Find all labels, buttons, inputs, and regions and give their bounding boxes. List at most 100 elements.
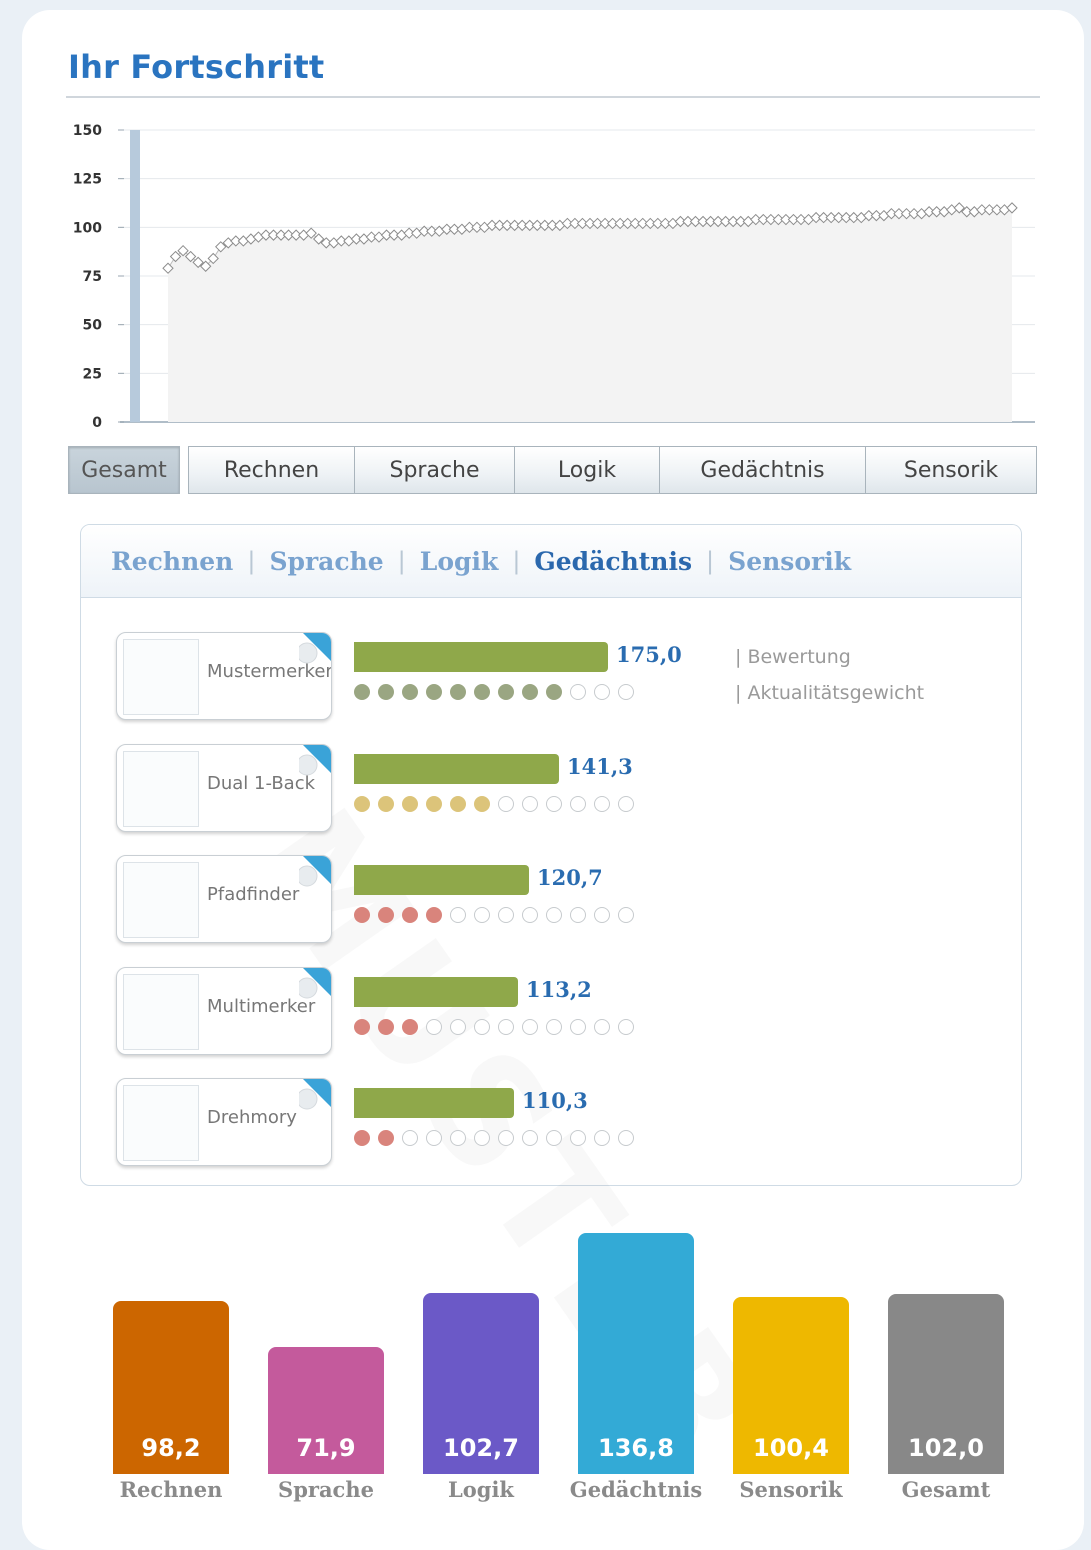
score-bar	[354, 1088, 514, 1118]
empty-dot	[570, 1019, 586, 1035]
game-card[interactable]: Drehmory	[116, 1078, 332, 1166]
score-value: 141,3	[567, 754, 633, 779]
empty-dot	[594, 796, 610, 812]
filled-dot	[426, 796, 442, 812]
category-value-label: 136,8	[598, 1434, 674, 1462]
panel-tab-logik[interactable]: Logik	[420, 547, 499, 576]
score-bar	[354, 642, 608, 672]
game-thumbnail-icon	[123, 639, 199, 715]
filled-dot	[378, 1019, 394, 1035]
panel-tab-rechnen[interactable]: Rechnen	[111, 547, 233, 576]
empty-dot	[618, 1130, 634, 1146]
empty-dot	[570, 1130, 586, 1146]
category-label: Rechnen	[119, 1477, 223, 1502]
tab-logik[interactable]: Logik	[514, 446, 660, 494]
panel-tab-gedaechtnis[interactable]: Gedächtnis	[534, 547, 692, 576]
game-thumbnail-icon	[123, 862, 199, 938]
info-corner-icon[interactable]	[299, 633, 331, 665]
empty-dot	[522, 1130, 538, 1146]
empty-dot	[570, 796, 586, 812]
y-tick-label: 50	[83, 318, 103, 334]
game-card[interactable]: Mustermerker	[116, 632, 332, 720]
empty-dot	[570, 907, 586, 923]
info-corner-icon[interactable]	[299, 856, 331, 888]
tab-sprache[interactable]: Sprache	[354, 446, 515, 494]
score-bar	[354, 977, 518, 1007]
empty-dot	[618, 796, 634, 812]
score-value: 120,7	[537, 865, 603, 890]
filled-dot	[354, 1130, 370, 1146]
tab-gedaechtnis[interactable]: Gedächtnis	[659, 446, 866, 494]
filled-dot	[402, 1019, 418, 1035]
y-tick-label: 0	[92, 415, 102, 431]
filled-dot	[378, 796, 394, 812]
page-title: Ihr Fortschritt	[68, 48, 325, 86]
filled-dot	[354, 1019, 370, 1035]
tab-separator: |	[512, 547, 521, 575]
empty-dot	[474, 1019, 490, 1035]
game-name: Drehmory	[207, 1107, 297, 1128]
tab-gesamt[interactable]: Gesamt	[68, 446, 180, 494]
empty-dot	[546, 1019, 562, 1035]
score-bar	[354, 865, 529, 895]
game-thumbnail-icon	[123, 751, 199, 827]
score-value: 175,0	[616, 642, 682, 667]
game-row: Mustermerker 175,0	[116, 632, 996, 724]
empty-dot	[426, 1130, 442, 1146]
empty-dot	[594, 1019, 610, 1035]
filled-dot	[450, 684, 466, 700]
empty-dot	[570, 684, 586, 700]
y-axis-bar	[130, 130, 140, 422]
empty-dot	[474, 1130, 490, 1146]
empty-dot	[498, 796, 514, 812]
empty-dot	[450, 907, 466, 923]
category-label: Gedächtnis	[569, 1477, 703, 1502]
y-tick-label: 150	[73, 123, 102, 139]
empty-dot	[618, 907, 634, 923]
filled-dot	[426, 684, 442, 700]
game-row: Multimerker 113,2	[116, 967, 996, 1059]
game-card[interactable]: Dual 1-Back	[116, 744, 332, 832]
empty-dot	[474, 907, 490, 923]
empty-dot	[546, 796, 562, 812]
game-row: Dual 1-Back 141,3	[116, 744, 996, 836]
filled-dot	[354, 684, 370, 700]
legend-bewertung: | Bewertung	[735, 646, 851, 668]
empty-dot	[594, 1130, 610, 1146]
empty-dot	[618, 1019, 634, 1035]
filled-dot	[378, 1130, 394, 1146]
game-card[interactable]: Pfadfinder	[116, 855, 332, 943]
y-tick-label: 125	[73, 172, 102, 188]
tab-rechnen[interactable]: Rechnen	[188, 446, 355, 494]
filled-dot	[450, 796, 466, 812]
filled-dot	[354, 907, 370, 923]
category-value-label: 71,9	[296, 1434, 356, 1462]
panel-tab-sensorik[interactable]: Sensorik	[728, 547, 851, 576]
empty-dot	[498, 1130, 514, 1146]
empty-dot	[402, 1130, 418, 1146]
game-name: Pfadfinder	[207, 884, 300, 905]
filled-dot	[474, 684, 490, 700]
panel-tabbar: Rechnen | Sprache | Logik | Gedächtnis |…	[81, 525, 1021, 598]
filled-dot	[498, 684, 514, 700]
info-corner-icon[interactable]	[299, 745, 331, 777]
score-value: 110,3	[522, 1088, 588, 1113]
title-divider	[66, 96, 1040, 98]
info-corner-icon[interactable]	[299, 968, 331, 1000]
category-value-label: 102,7	[443, 1434, 519, 1462]
filled-dot	[354, 796, 370, 812]
panel-tab-sprache[interactable]: Sprache	[269, 547, 383, 576]
score-value: 113,2	[526, 977, 592, 1002]
score-bar	[354, 754, 559, 784]
tab-separator: |	[397, 547, 406, 575]
y-tick-label: 100	[73, 220, 102, 236]
empty-dot	[498, 907, 514, 923]
filled-dot	[402, 684, 418, 700]
game-thumbnail-icon	[123, 974, 199, 1050]
game-card[interactable]: Multimerker	[116, 967, 332, 1055]
category-value-label: 98,2	[141, 1434, 201, 1462]
empty-dot	[522, 796, 538, 812]
tab-sensorik[interactable]: Sensorik	[865, 446, 1037, 494]
category-label: Logik	[448, 1477, 514, 1502]
info-corner-icon[interactable]	[299, 1079, 331, 1111]
